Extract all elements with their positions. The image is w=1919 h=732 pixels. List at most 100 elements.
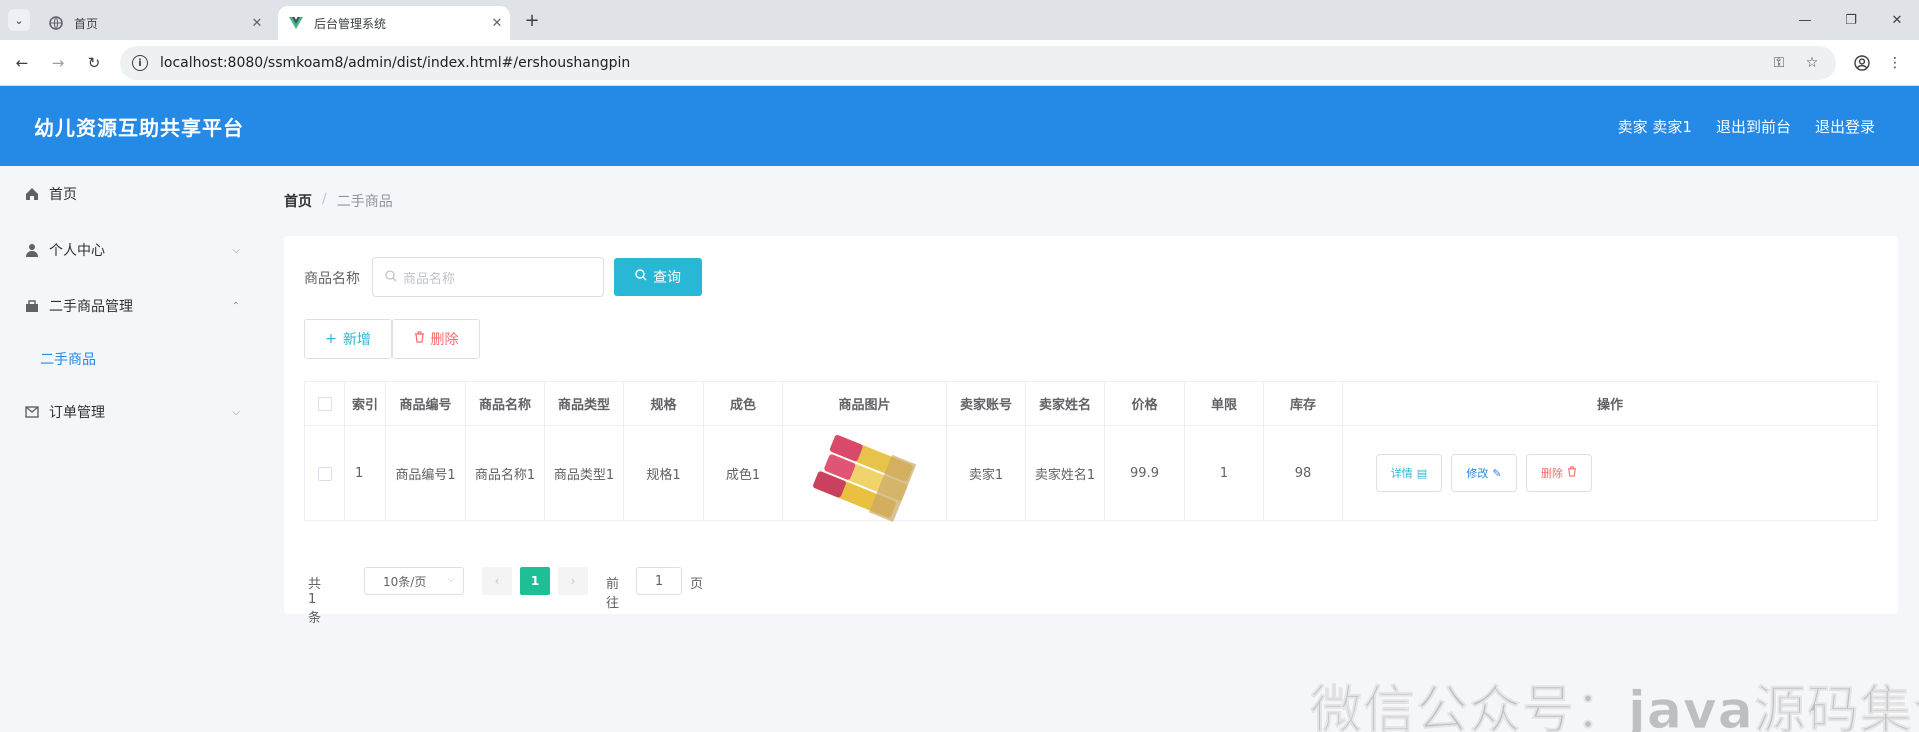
sidebar-item-personal-center[interactable]: 个人中心 ⌵ [0,222,260,278]
goto-label: 前往 [606,577,620,611]
page-size-value: 10条/页 [383,574,427,589]
edit-label: 修改 [1466,467,1489,480]
table-header: 商品编号 [386,382,466,426]
edit-pencil-icon: ✎ [1492,466,1502,480]
app-title: 幼儿资源互助共享平台 [34,116,244,140]
operations-cell: 详情 ▤ 修改 ✎ 删除 [1343,426,1877,521]
close-icon[interactable]: ✕ [484,16,510,31]
table-cell: 成色1 [704,426,783,521]
table-cell: 卖家1 [947,426,1026,521]
goods-image[interactable] [812,426,917,522]
table-header: 索引 [345,382,386,426]
add-button-label: 新增 [342,332,371,348]
chevron-down-icon: ⌵ [232,406,240,418]
document-icon: ▤ [1416,466,1428,480]
table-header: 价格 [1105,382,1185,426]
edit-button[interactable]: 修改 ✎ [1451,454,1517,492]
sidebar-item-label: 二手商品 [40,352,96,368]
browser-tab-home[interactable]: 首页 ✕ [38,6,270,40]
restore-icon[interactable]: ❐ [1836,8,1866,32]
table-cell: 商品类型1 [545,426,624,521]
sidebar-item-goods-management[interactable]: 二手商品管理 ⌃ [0,278,260,334]
globe-icon [48,15,64,31]
add-button[interactable]: + 新增 [304,319,392,359]
profile-icon[interactable] [1851,53,1873,73]
reload-icon[interactable]: ↻ [82,51,106,75]
table-header: 成色 [704,382,783,426]
sidebar-item-home[interactable]: 首页 [0,166,260,222]
mail-icon [24,404,40,420]
key-icon[interactable]: ⚿ [1768,53,1790,73]
tab-title: 后台管理系统 [314,16,387,31]
user-icon [24,242,40,258]
delete-label: 删除 [1541,467,1563,480]
sidebar-item-label: 二手商品管理 [49,299,133,315]
star-icon[interactable]: ☆ [1801,53,1823,73]
table-cell: 商品名称1 [466,426,545,521]
forward-arrow-icon[interactable]: → [46,51,70,75]
search-icon [635,269,647,285]
search-placeholder: 商品名称 [403,271,456,287]
search-label: 商品名称 [304,271,360,287]
pagination-total: 共 1 条 [308,577,322,626]
sidebar-item-orders[interactable]: 订单管理 ⌵ [0,384,260,440]
sidebar-item-label: 个人中心 [49,243,105,259]
next-page-button[interactable]: › [558,567,588,595]
browser-tab-admin[interactable]: 后台管理系统 ✕ [278,6,510,40]
sidebar: 首页 个人中心 ⌵ 二手商品管理 ⌃ 二手商品 订单管理 ⌵ [0,166,260,732]
batch-delete-button[interactable]: 删除 [392,319,480,359]
table-cell: 商品编号1 [386,426,466,521]
sidebar-item-label: 订单管理 [49,405,105,421]
close-icon[interactable]: ✕ [244,16,270,31]
search-icon [385,269,397,285]
plus-icon: + [325,331,337,347]
table-header: 单限 [1185,382,1264,426]
query-button-label: 查询 [653,270,681,286]
site-info-icon[interactable]: i [132,55,148,71]
chevron-up-icon: ⌃ [231,300,240,312]
table-header: 商品图片 [783,382,947,426]
select-all-checkbox[interactable] [305,382,345,426]
table-cell: 98 [1264,426,1343,521]
url-text: localhost:8080/ssmkoam8/admin/dist/index… [160,55,631,71]
table-header: 商品类型 [545,382,624,426]
row-delete-button[interactable]: 删除 [1526,454,1592,492]
table-cell: 99.9 [1105,426,1185,521]
table-header: 卖家姓名 [1026,382,1105,426]
goods-icon [24,298,40,314]
new-tab-plus-icon[interactable]: + [520,8,544,32]
page-number-current[interactable]: 1 [520,567,550,595]
minimize-icon[interactable]: — [1790,8,1820,32]
address-bar: ← → ↻ i localhost:8080/ssmkoam8/admin/di… [0,40,1919,86]
goto-unit-label: 页 [690,577,704,592]
logout-link[interactable]: 退出登录 [1815,116,1875,137]
back-to-front-link[interactable]: 退出到前台 [1716,116,1791,137]
row-checkbox[interactable] [305,426,345,521]
watermark: 微信公众号：java源码集合 [1310,681,1919,732]
back-arrow-icon[interactable]: ← [10,51,34,75]
query-button[interactable]: 查询 [614,258,702,296]
breadcrumb-separator: / [322,191,327,207]
goods-image-cell [783,426,947,522]
more-menu-icon[interactable]: ⋮ [1884,53,1906,73]
goto-page-input[interactable]: 1 [636,567,682,595]
window-close-icon[interactable]: ✕ [1882,8,1912,32]
chevron-down-icon: ⌵ [447,574,455,585]
detail-button[interactable]: 详情 ▤ [1376,454,1442,492]
table-header: 卖家账号 [947,382,1026,426]
breadcrumb-home[interactable]: 首页 [284,191,312,211]
search-input[interactable]: 商品名称 [372,257,604,297]
tab-search-chevron-icon[interactable]: ⌄ [8,9,30,31]
sidebar-item-second-hand-goods[interactable]: 二手商品 [0,334,260,384]
trash-icon [414,331,425,347]
table-cell: 1 [1185,426,1264,521]
tab-title: 首页 [74,16,99,31]
prev-page-button[interactable]: ‹ [482,567,512,595]
goods-table: 索引 商品编号 商品名称 商品类型 规格 成色 商品图片 卖家账号 卖家姓名 价… [304,381,1878,522]
url-field[interactable]: i localhost:8080/ssmkoam8/admin/dist/ind… [120,46,1836,80]
table-cell: 卖家姓名1 [1026,426,1105,521]
delete-button-label: 删除 [430,332,459,348]
page-size-select[interactable]: 10条/页 ⌵ [364,567,464,595]
home-icon [24,186,40,202]
current-user: 卖家 卖家1 [1617,118,1692,136]
